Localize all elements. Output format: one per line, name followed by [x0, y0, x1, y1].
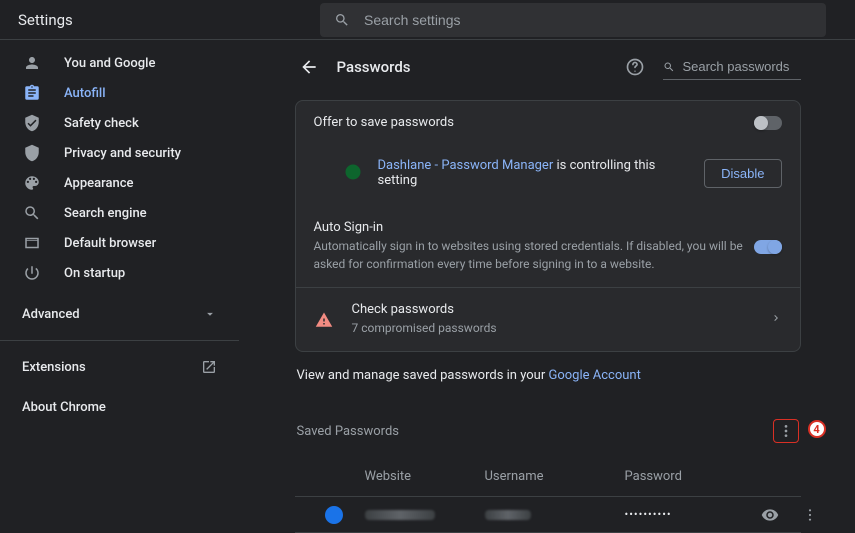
sidebar-item-label: Appearance: [64, 176, 133, 191]
sidebar-item-label: Privacy and security: [64, 146, 181, 161]
disable-button[interactable]: Disable: [704, 159, 781, 188]
sidebar-item-on-startup[interactable]: On startup: [0, 258, 239, 288]
sidebar-item-autofill[interactable]: Autofill: [0, 78, 239, 108]
search-passwords-input[interactable]: [682, 59, 800, 74]
auto-signin-row: Auto Sign-in Automatically sign in to we…: [296, 206, 800, 287]
sidebar-about[interactable]: About Chrome: [0, 387, 239, 427]
app-header: Settings: [0, 0, 855, 40]
eye-icon: [761, 506, 779, 524]
check-passwords-row[interactable]: Check passwords 7 compromised passwords: [296, 287, 800, 351]
open-in-new-icon: [201, 359, 217, 375]
check-passwords-title: Check passwords: [352, 302, 770, 317]
show-password-button[interactable]: [755, 506, 785, 524]
sidebar-divider: [0, 340, 239, 341]
search-icon: [334, 12, 350, 28]
main-content: Passwords Offer to save passwords: [295, 44, 801, 533]
arrow-back-icon: [299, 57, 319, 77]
annotation-badge: 4: [808, 420, 826, 438]
col-password: Password: [625, 469, 745, 484]
help-icon: [625, 57, 645, 77]
sidebar-about-label: About Chrome: [22, 400, 106, 415]
auto-signin-title: Auto Sign-in: [314, 220, 754, 235]
page-header: Passwords: [295, 44, 801, 90]
sidebar-item-label: Autofill: [64, 86, 106, 101]
settings-card: Offer to save passwords Dashlane - Passw…: [295, 100, 801, 352]
palette-icon: [22, 173, 42, 193]
passwords-table-header: Website Username Password: [295, 461, 801, 496]
search-icon: [663, 60, 675, 74]
auto-signin-toggle[interactable]: [754, 240, 782, 254]
sidebar-item-default-browser[interactable]: Default browser: [0, 228, 239, 258]
password-row: ••••••••••: [295, 496, 801, 532]
shield-check-icon: [22, 113, 42, 133]
extension-icon: [344, 163, 364, 183]
sidebar-item-you-google[interactable]: You and Google: [0, 48, 239, 78]
chevron-right-icon: [770, 312, 782, 328]
check-passwords-desc: 7 compromised passwords: [352, 319, 770, 337]
offer-save-toggle[interactable]: [754, 116, 782, 130]
saved-passwords-title: Saved Passwords: [297, 424, 400, 439]
offer-save-label: Offer to save passwords: [314, 115, 754, 130]
sidebar-item-privacy[interactable]: Privacy and security: [0, 138, 239, 168]
site-icon: [325, 506, 343, 524]
saved-passwords-more-button[interactable]: 4: [773, 419, 799, 443]
more-vert-icon: [778, 423, 794, 439]
page-title: Passwords: [337, 58, 607, 76]
sidebar-item-label: You and Google: [64, 56, 155, 71]
sidebar-item-label: Safety check: [64, 116, 139, 131]
help-button[interactable]: [625, 57, 645, 77]
col-website: Website: [365, 469, 475, 484]
sidebar: You and Google Autofill Safety check Pri…: [0, 40, 240, 533]
username-value: [485, 510, 531, 520]
sidebar-item-label: Search engine: [64, 206, 147, 221]
sidebar-item-safety-check[interactable]: Safety check: [0, 108, 239, 138]
search-passwords-box[interactable]: [663, 54, 801, 80]
sidebar-extensions-label: Extensions: [22, 360, 86, 375]
search-settings-box[interactable]: [320, 3, 826, 37]
sidebar-advanced[interactable]: Advanced: [0, 294, 239, 334]
offer-save-row: Offer to save passwords: [296, 101, 800, 144]
sidebar-item-appearance[interactable]: Appearance: [0, 168, 239, 198]
chevron-down-icon: [203, 307, 217, 321]
sidebar-extensions[interactable]: Extensions: [0, 347, 239, 387]
back-button[interactable]: [299, 57, 319, 77]
controlling-notice: Dashlane - Password Manager is controlli…: [296, 144, 800, 206]
col-username: Username: [485, 469, 615, 484]
power-icon: [22, 263, 42, 283]
controlling-text: Dashlane - Password Manager is controlli…: [378, 158, 691, 188]
auto-signin-desc: Automatically sign in to websites using …: [314, 237, 754, 273]
saved-passwords-header: Saved Passwords 4: [295, 419, 801, 443]
security-icon: [22, 143, 42, 163]
search-icon: [22, 203, 42, 223]
person-icon: [22, 53, 42, 73]
manage-passwords-text: View and manage saved passwords in your …: [295, 368, 801, 383]
sidebar-item-label: Default browser: [64, 236, 156, 251]
passwords-table: Website Username Password ••••••••••: [295, 461, 801, 533]
sidebar-item-label: On startup: [64, 266, 125, 281]
assignment-icon: [22, 83, 42, 103]
app-title: Settings: [18, 11, 320, 29]
controlling-extension-link[interactable]: Dashlane - Password Manager: [378, 158, 554, 173]
browser-icon: [22, 233, 42, 253]
warning-icon: [314, 310, 334, 330]
search-settings-input[interactable]: [364, 12, 812, 28]
password-masked: ••••••••••: [625, 508, 745, 521]
sidebar-item-search-engine[interactable]: Search engine: [0, 198, 239, 228]
row-more-button[interactable]: [795, 507, 825, 523]
sidebar-advanced-label: Advanced: [22, 307, 80, 322]
google-account-link[interactable]: Google Account: [548, 368, 640, 383]
more-vert-icon: [802, 507, 818, 523]
website-value[interactable]: [365, 510, 435, 520]
